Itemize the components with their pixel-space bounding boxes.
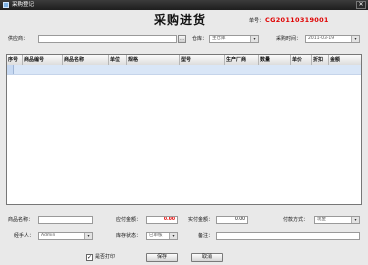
product-name-label: 商品名称： — [8, 217, 34, 223]
paid-label: 实付金额： — [188, 217, 214, 223]
chevron-down-icon[interactable]: ▾ — [351, 36, 359, 42]
warehouse-label: 仓库： — [192, 36, 208, 42]
bill-no-label: 单号： — [249, 18, 265, 24]
window-title: 采购登记 — [12, 2, 35, 8]
remark-label: 备注： — [198, 233, 214, 239]
handler-value: Admin — [41, 233, 56, 238]
purchase-date-picker[interactable]: 2011-03-19 ▾ — [305, 35, 360, 43]
chevron-down-icon[interactable]: ▾ — [250, 36, 258, 42]
inventory-status-select[interactable]: 已审核 ▾ — [146, 232, 178, 240]
col-header[interactable]: 生产厂商 — [225, 55, 259, 65]
app-icon — [3, 2, 9, 8]
chevron-down-icon[interactable]: ▾ — [351, 217, 359, 223]
purchase-window: 采购登记 ✕ 采购进货 单号： CG20110319001 供应商： ... 仓… — [0, 0, 368, 265]
title-bar[interactable]: 采购登记 ✕ — [0, 0, 368, 10]
col-header[interactable]: 商品编号 — [23, 55, 63, 65]
col-header[interactable]: 商品名称 — [63, 55, 109, 65]
col-header[interactable]: 折扣 — [312, 55, 329, 65]
supplier-browse-button[interactable]: ... — [178, 35, 186, 43]
payable-label: 应付金额： — [116, 217, 142, 223]
cancel-button[interactable]: 取消 — [191, 253, 223, 262]
supplier-input[interactable] — [38, 35, 177, 43]
close-button[interactable]: ✕ — [356, 1, 366, 9]
remark-input[interactable] — [216, 232, 360, 240]
print-checkbox-label[interactable]: 是否打印 — [95, 254, 115, 261]
pay-method-value: 现金 — [317, 217, 326, 222]
col-header[interactable]: 金额 — [329, 55, 361, 65]
purchase-date-value: 2011-03-19 — [308, 36, 335, 41]
warehouse-value: 主仓库 — [212, 36, 226, 41]
col-header[interactable]: 数量 — [259, 55, 291, 65]
save-button[interactable]: 保存 — [146, 253, 178, 262]
handler-label: 经手人： — [14, 233, 35, 239]
col-header[interactable]: 单位 — [109, 55, 127, 65]
col-header[interactable]: 序号 — [7, 55, 23, 65]
pay-method-label: 付款方式： — [283, 217, 309, 223]
handler-select[interactable]: Admin ▾ — [38, 232, 93, 240]
supplier-label: 供应商： — [8, 36, 29, 42]
inventory-status-value: 已审核 — [149, 233, 163, 238]
page-title: 采购进货 — [154, 13, 207, 27]
product-name-input[interactable] — [38, 216, 93, 224]
print-checkbox[interactable]: ✓ — [86, 254, 93, 261]
chevron-down-icon[interactable]: ▾ — [84, 233, 92, 239]
inventory-status-label: 库存状态： — [116, 233, 142, 239]
col-header[interactable]: 规格 — [127, 55, 180, 65]
col-header[interactable]: 型号 — [180, 55, 225, 65]
table-row[interactable] — [7, 65, 361, 75]
date-label: 采购时间： — [276, 36, 302, 42]
product-grid[interactable]: 序号 商品编号 商品名称 单位 规格 型号 生产厂商 数量 单价 折扣 金额 — [6, 54, 362, 205]
paid-amount-input[interactable]: 0.00 — [216, 216, 248, 224]
col-header[interactable]: 单价 — [291, 55, 312, 65]
pay-method-select[interactable]: 现金 ▾ — [314, 216, 360, 224]
chevron-down-icon[interactable]: ▾ — [169, 233, 177, 239]
payable-amount: 0.00 — [146, 216, 178, 224]
warehouse-select[interactable]: 主仓库 ▾ — [209, 35, 259, 43]
row-indicator[interactable] — [7, 65, 14, 74]
bill-no: CG20110319001 — [265, 16, 329, 24]
